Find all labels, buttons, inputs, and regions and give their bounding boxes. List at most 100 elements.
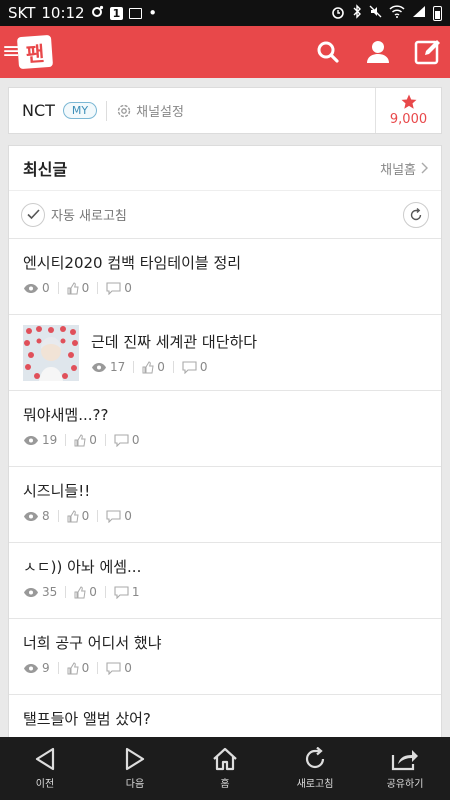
thumbs-up-icon [67, 661, 79, 674]
thumbs-up-icon [142, 360, 154, 373]
list-item[interactable]: 엔시티2020 컴백 타임테이블 정리 0 0 0 [9, 239, 441, 315]
clock: 10:12 [41, 4, 85, 22]
app-logo-menu[interactable]: ≡ 팬 [0, 26, 54, 78]
comment-icon [114, 433, 129, 447]
carrier-label: SKT [8, 4, 36, 22]
share-icon [391, 750, 418, 771]
nav-home-button[interactable]: 홈 [180, 737, 270, 800]
alarm-icon [331, 5, 345, 22]
nav-home-label: 홈 [220, 779, 230, 790]
my-badge: MY [62, 102, 98, 119]
back-triangle-icon [35, 747, 55, 771]
view-count: 19 [42, 433, 58, 447]
nav-refresh-label: 새로고침 [296, 779, 334, 790]
card-header: 최신글 채널홈 [9, 146, 441, 191]
nav-back-label: 이전 [35, 779, 55, 790]
channel-home-link[interactable]: 채널홈 [380, 159, 429, 178]
nav-refresh-button[interactable]: 새로고침 [270, 737, 360, 800]
channel-settings-label: 채널설정 [136, 105, 184, 120]
eye-icon [24, 283, 38, 293]
list-item[interactable]: 시즈니들!! 8 0 0 [9, 467, 441, 543]
eye-icon [24, 663, 38, 673]
post-title[interactable]: 뭐야새멤...?? [23, 404, 427, 426]
profile-button[interactable] [364, 38, 392, 66]
comment-count: 1 [131, 585, 140, 599]
thumbs-up-icon [67, 281, 79, 294]
view-count: 9 [42, 661, 50, 675]
bluetooth-icon [352, 4, 362, 22]
wifi-icon [389, 5, 405, 21]
home-icon [213, 747, 237, 771]
section-title: 최신글 [23, 160, 68, 179]
comment-count: 0 [199, 360, 208, 374]
eye-icon [24, 435, 38, 445]
list-item[interactable]: ㅅㄷ)) 아놔 에셈... 35 0 1 [9, 543, 441, 619]
comment-count: 0 [131, 433, 140, 447]
more-notifications-dot-icon: • [148, 4, 158, 22]
post-list: 엔시티2020 컴백 타임테이블 정리 0 0 0 근데 진짜 세계관 대단하다… [9, 239, 441, 744]
post-stats: 0 0 0 [23, 281, 427, 295]
nav-share-label: 공유하기 [386, 779, 424, 790]
comment-icon [106, 281, 121, 295]
search-button[interactable] [314, 38, 342, 66]
comment-icon [106, 661, 121, 675]
channel-header: NCT MY 채널설정 9,000 [8, 87, 442, 134]
post-title[interactable]: 시즈니들!! [23, 480, 427, 502]
like-count: 0 [89, 585, 97, 599]
post-stats: 17 0 0 [91, 360, 257, 374]
eye-icon [24, 511, 38, 521]
post-title[interactable]: 너희 공구 어디서 했냐 [23, 632, 427, 654]
post-stats: 19 0 0 [23, 433, 427, 447]
auto-refresh-checkbox[interactable] [21, 202, 45, 227]
gear-icon [117, 104, 131, 117]
like-count: 0 [81, 281, 90, 295]
list-item[interactable]: 근데 진짜 세계관 대단하다 17 0 0 [9, 315, 441, 391]
comment-icon [182, 360, 197, 374]
star-icon [401, 94, 416, 109]
star-button[interactable]: 9,000 [375, 88, 441, 133]
post-thumbnail [23, 324, 79, 381]
like-count: 0 [157, 360, 165, 374]
signal-icon [412, 5, 426, 21]
post-stats: 9 0 0 [23, 661, 427, 675]
search-icon [317, 41, 339, 63]
post-title[interactable]: ㅅㄷ)) 아놔 에셈... [23, 556, 427, 578]
nav-back-button[interactable]: 이전 [0, 737, 90, 800]
list-item[interactable]: 너희 공구 어디서 했냐 9 0 0 [9, 619, 441, 695]
post-title[interactable]: 엔시티2020 컴백 타임테이블 정리 [23, 252, 427, 274]
write-button[interactable] [414, 38, 442, 66]
channel-home-label: 채널홈 [380, 162, 416, 178]
star-count: 9,000 [389, 112, 428, 127]
refresh-list-button[interactable] [403, 201, 429, 228]
refresh-icon [305, 747, 325, 769]
eye-icon [92, 362, 106, 372]
channel-settings-button[interactable]: 채널설정 [116, 101, 184, 120]
eye-icon [24, 587, 38, 597]
comment-count: 0 [124, 281, 132, 295]
post-title[interactable]: 근데 진짜 세계관 대단하다 [91, 331, 257, 353]
list-item[interactable]: 뭐야새멤...?? 19 0 0 [9, 391, 441, 467]
app-logo: 팬 [17, 34, 54, 70]
auto-refresh-label: 자동 새로고침 [51, 209, 127, 224]
post-title[interactable]: 탤프들아 앨범 샀어? [23, 708, 427, 730]
app-bar: ≡ 팬 [0, 26, 450, 78]
view-count: 8 [42, 509, 50, 523]
refresh-icon [410, 207, 422, 220]
bottom-nav: 이전 다음 홈 새로고침 공유하기 [0, 737, 450, 800]
like-count: 0 [89, 433, 97, 447]
status-bar: SKT 10:12 1 • [0, 0, 450, 26]
comment-icon [114, 585, 129, 599]
comment-count: 0 [124, 509, 132, 523]
notification-count-badge: 1 [109, 6, 124, 20]
view-count: 17 [110, 360, 126, 374]
view-count: 0 [42, 281, 50, 295]
notification-ring-icon [91, 4, 104, 22]
nav-share-button[interactable]: 공유하기 [360, 737, 450, 800]
thumbs-up-icon [67, 509, 79, 522]
channel-name[interactable]: NCT [22, 101, 55, 120]
latest-posts-card: 최신글 채널홈 자동 새로고침 엔시티2020 컴백 타임테이블 정리 0 0 … [8, 145, 442, 745]
nav-forward-button[interactable]: 다음 [90, 737, 180, 800]
user-icon [367, 41, 389, 63]
thumbs-up-icon [74, 585, 86, 598]
comment-count: 0 [124, 661, 132, 675]
